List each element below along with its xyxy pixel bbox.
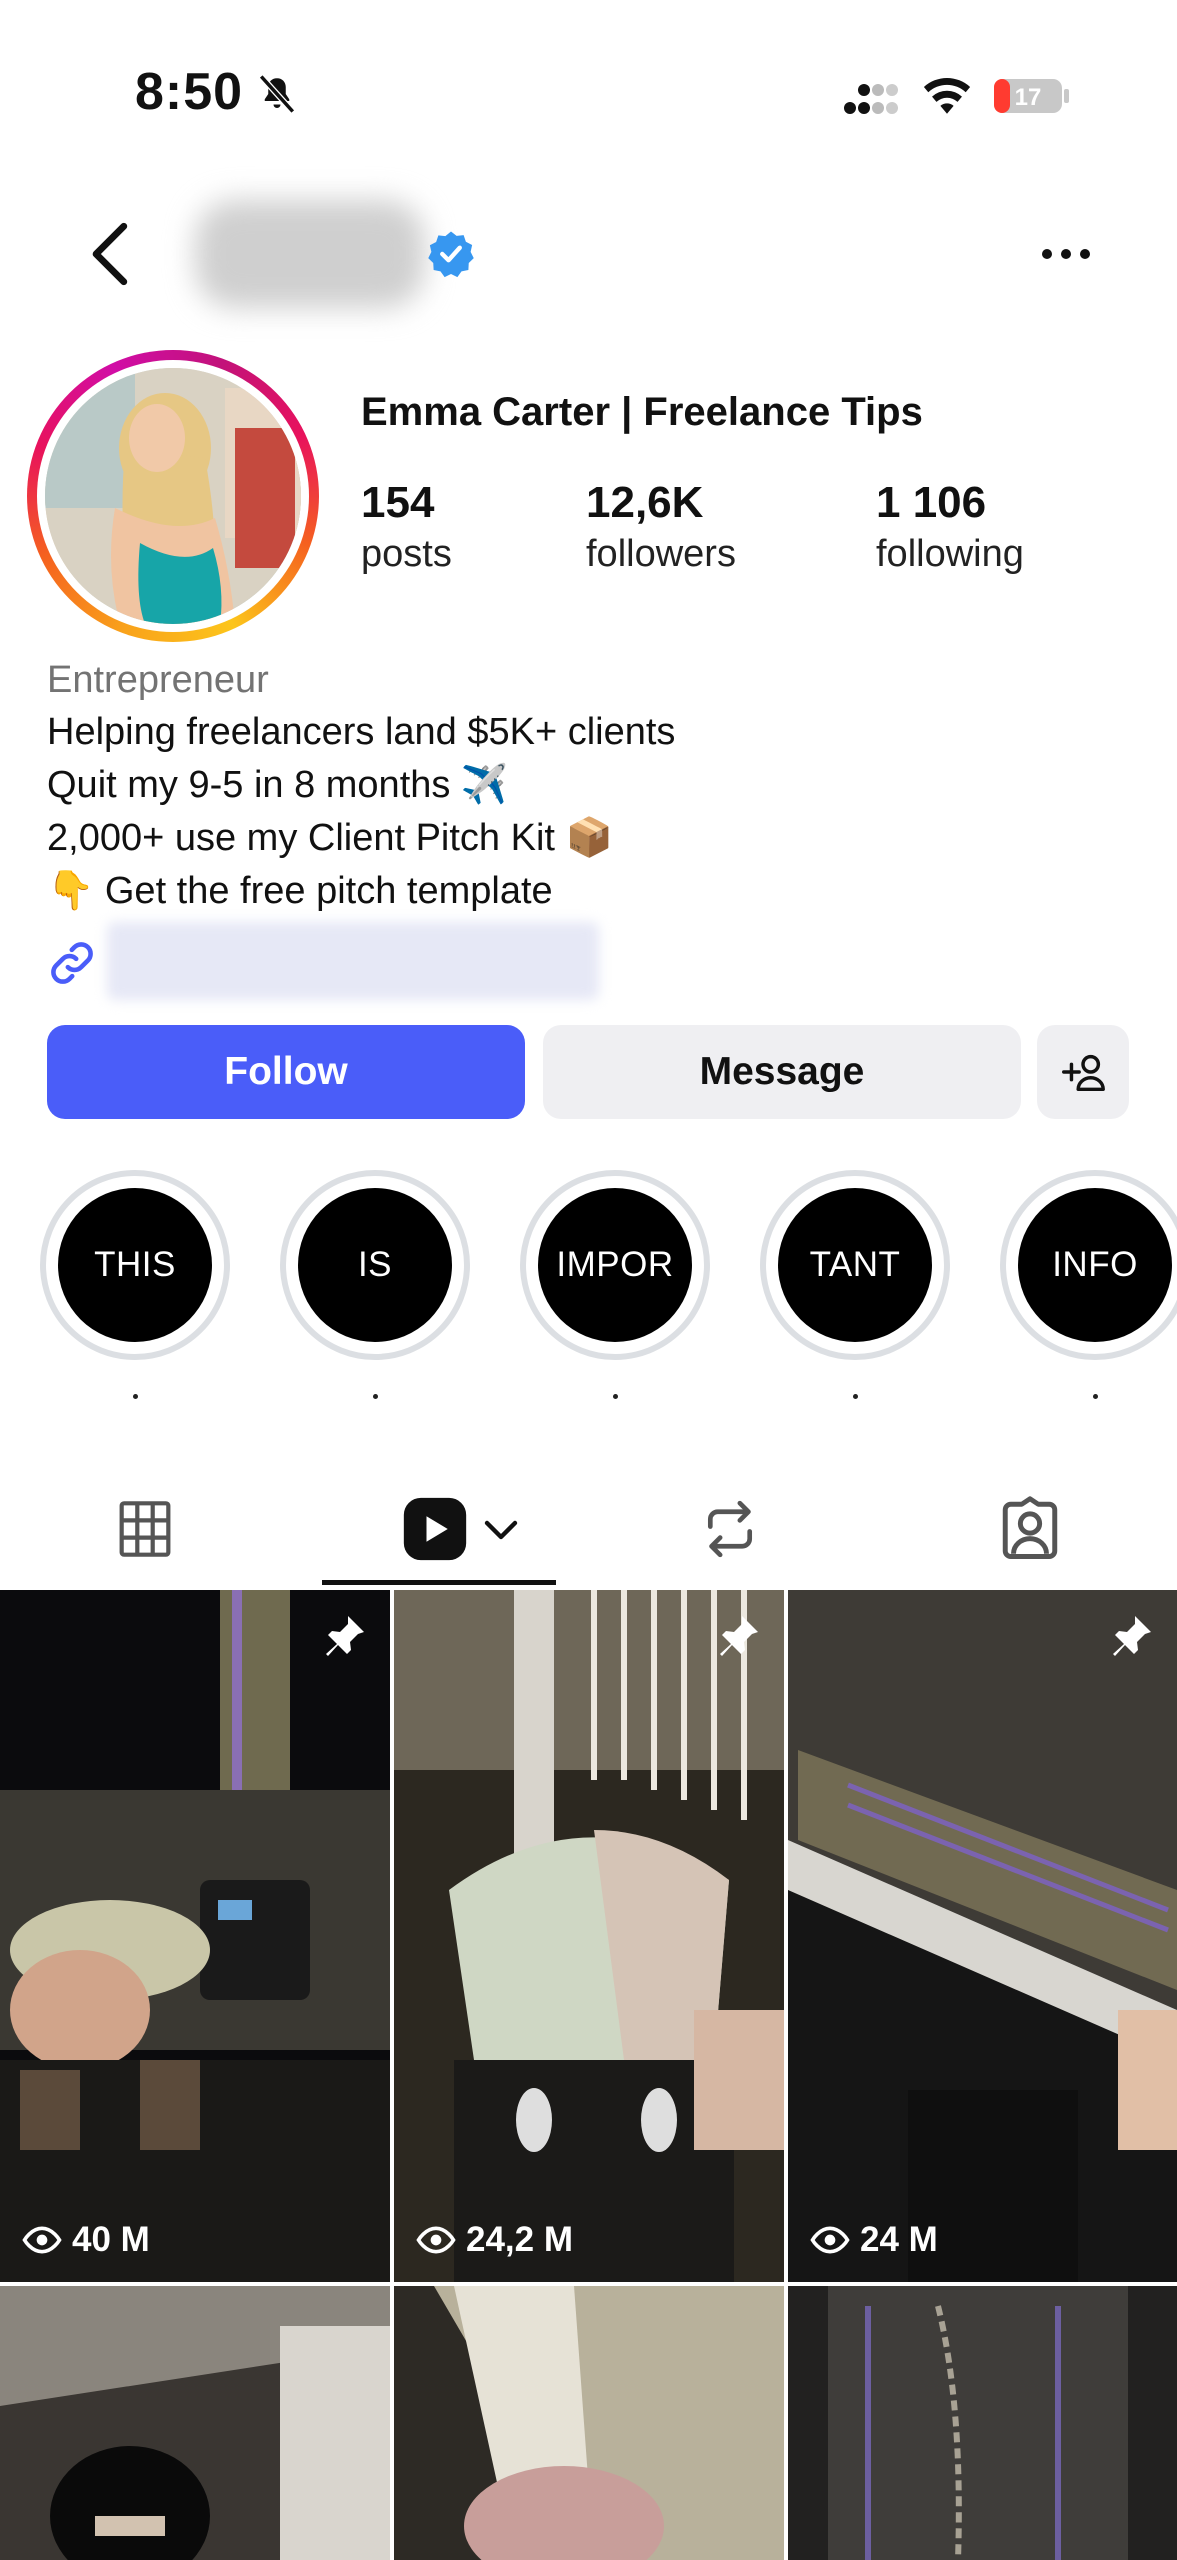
eye-icon xyxy=(416,2226,456,2254)
bio-line: 2,000+ use my Client Pitch Kit 📦 xyxy=(47,817,613,859)
chevron-down-icon xyxy=(484,1520,518,1540)
cellular-icon xyxy=(844,84,898,114)
bio-line: Quit my 9-5 in 8 months ✈️ xyxy=(47,764,509,806)
reel-tile[interactable]: 24,2 M xyxy=(394,1590,784,2282)
more-icon[interactable] xyxy=(1040,246,1092,262)
verified-badge-icon xyxy=(428,231,474,278)
highlight-label: INFO xyxy=(1018,1188,1172,1342)
view-count: 40 M xyxy=(22,2220,150,2260)
reel-thumbnail xyxy=(788,2286,1177,2560)
posts-label: posts xyxy=(361,533,452,575)
followers-count: 12,6K xyxy=(586,478,704,527)
tagged-icon xyxy=(1002,1496,1058,1559)
bio: Entrepreneur Helping freelancers land $5… xyxy=(47,654,1147,918)
pin-icon xyxy=(1113,1616,1151,1656)
highlight-caption xyxy=(373,1394,378,1399)
avatar-story-ring[interactable] xyxy=(27,350,319,642)
avatar xyxy=(45,368,301,624)
eye-icon xyxy=(810,2226,850,2254)
highlight-caption xyxy=(613,1394,618,1399)
message-button[interactable]: Message xyxy=(543,1025,1021,1119)
highlight[interactable]: THIS xyxy=(40,1170,230,1399)
suggest-users-button[interactable] xyxy=(1037,1025,1129,1119)
reel-thumbnail xyxy=(394,1590,784,2282)
reel-tile[interactable] xyxy=(788,2286,1177,2560)
following-count: 1 106 xyxy=(876,478,987,527)
view-count: 24 M xyxy=(810,2220,938,2260)
stat-following[interactable]: 1 106 following xyxy=(876,478,1024,580)
stat-posts[interactable]: 154 posts xyxy=(361,478,452,580)
highlight[interactable]: INFO xyxy=(1000,1170,1177,1399)
reel-thumbnail xyxy=(788,1590,1177,2282)
highlight[interactable]: IS xyxy=(280,1170,470,1399)
status-bar: 8:50 17 xyxy=(0,0,1177,190)
highlight[interactable]: IMPOR xyxy=(520,1170,710,1399)
highlight[interactable]: TANT xyxy=(760,1170,950,1399)
view-count-label: 40 M xyxy=(72,2220,150,2259)
tab-posts-grid[interactable] xyxy=(90,1470,200,1588)
followers-label: followers xyxy=(586,533,736,575)
reel-tile[interactable] xyxy=(0,2286,390,2560)
posts-count: 154 xyxy=(361,478,435,527)
following-label: following xyxy=(876,533,1024,575)
battery-level: 17 xyxy=(1015,84,1042,111)
pin-icon xyxy=(326,1616,364,1656)
battery-icon: 17 xyxy=(992,76,1072,116)
link-url-blurred[interactable] xyxy=(107,922,599,1000)
status-time: 8:50 xyxy=(135,63,244,121)
stat-followers[interactable]: 12,6K followers xyxy=(586,478,736,580)
highlight-caption xyxy=(1093,1394,1098,1399)
display-name: Emma Carter | Freelance Tips xyxy=(361,390,923,434)
add-user-icon xyxy=(1062,1054,1105,1092)
highlight-caption xyxy=(133,1394,138,1399)
profile-tabs xyxy=(0,1470,1177,1588)
bell-off-icon xyxy=(258,74,296,114)
tab-tagged[interactable] xyxy=(975,1470,1085,1588)
highlight-caption xyxy=(853,1394,858,1399)
reel-thumbnail xyxy=(394,2286,784,2560)
highlight-label: TANT xyxy=(778,1188,932,1342)
reels-grid: 40 M 24,2 M 24 M xyxy=(0,1590,1177,2560)
reel-thumbnail xyxy=(0,2286,390,2560)
view-count-label: 24,2 M xyxy=(466,2220,573,2259)
bio-line: Helping freelancers land $5K+ clients xyxy=(47,711,676,753)
highlight-label: IS xyxy=(298,1188,452,1342)
active-tab-indicator xyxy=(322,1580,556,1585)
wifi-icon xyxy=(923,77,971,114)
link-icon xyxy=(51,942,93,984)
bio-category: Entrepreneur xyxy=(47,659,269,701)
tab-reels[interactable] xyxy=(390,1470,530,1588)
view-count-label: 24 M xyxy=(860,2220,938,2259)
highlight-label: IMPOR xyxy=(538,1188,692,1342)
reel-tile[interactable] xyxy=(394,2286,784,2560)
back-arrow-icon[interactable] xyxy=(88,222,134,286)
bio-link[interactable] xyxy=(47,922,599,1002)
eye-icon xyxy=(22,2226,62,2254)
follow-button[interactable]: Follow xyxy=(47,1025,525,1119)
reel-tile[interactable]: 24 M xyxy=(788,1590,1177,2282)
repost-icon xyxy=(707,1500,753,1558)
reels-icon xyxy=(403,1497,467,1561)
tab-reposts[interactable] xyxy=(680,1470,780,1588)
reel-tile[interactable]: 40 M xyxy=(0,1590,390,2282)
view-count: 24,2 M xyxy=(416,2220,573,2260)
bio-line: 👇 Get the free pitch template xyxy=(47,870,553,912)
pin-icon xyxy=(720,1616,758,1656)
grid-icon xyxy=(119,1501,171,1557)
username-blurred[interactable] xyxy=(195,200,425,308)
highlight-label: THIS xyxy=(58,1188,212,1342)
reel-thumbnail xyxy=(0,1590,390,2282)
